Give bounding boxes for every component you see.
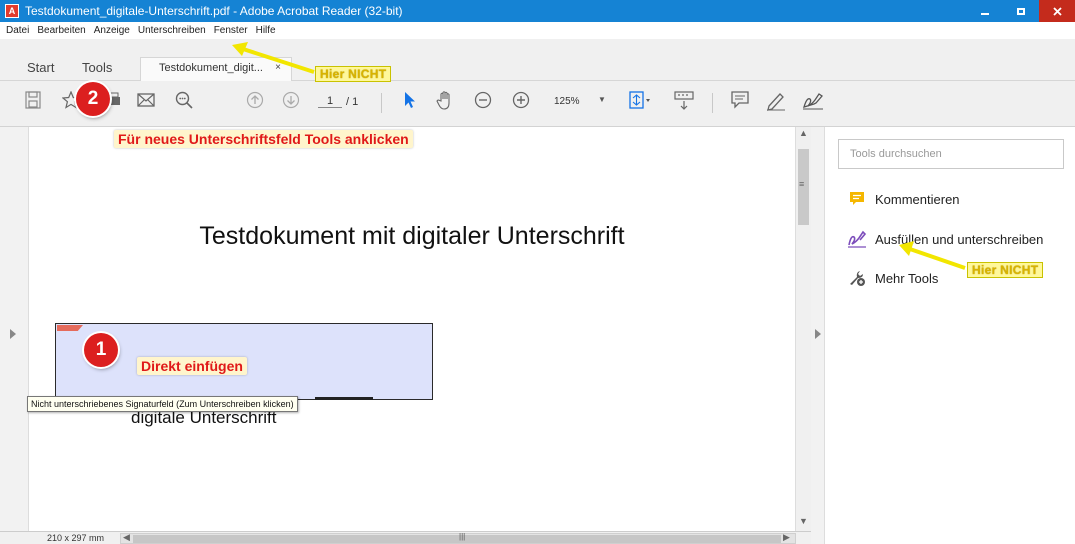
annotation-arrow-tools bbox=[899, 241, 966, 270]
